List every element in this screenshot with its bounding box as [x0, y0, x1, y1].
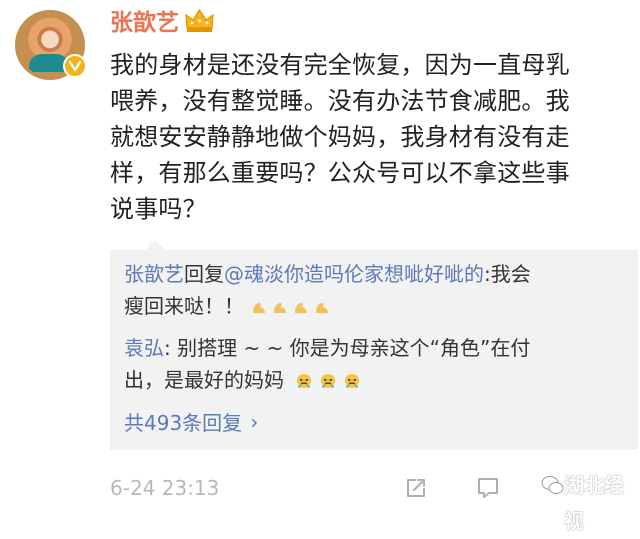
post-line: 我的身材是还没有完全恢复，因为一直母乳 — [110, 51, 570, 79]
username[interactable]: 张歆艺 — [110, 8, 179, 38]
crying-emoji-icon — [297, 373, 312, 388]
crown-icon — [185, 8, 214, 32]
more-replies-label: 共493条回复 — [124, 411, 243, 435]
reply-text: 出，是最好的妈妈 — [124, 368, 284, 392]
post-line: 说事吗？ — [110, 195, 207, 223]
watermark-text: 湖北经视 — [564, 473, 624, 533]
flexed-biceps-icon — [274, 302, 287, 313]
more-replies-link[interactable]: 共493条回复 › — [124, 408, 258, 438]
post-line: 就想安安静静地做个妈妈，我身材有没有走 — [110, 123, 570, 151]
crying-emoji-icon — [345, 373, 360, 388]
reply-text: :我会 — [484, 262, 531, 286]
verified-badge-icon — [63, 54, 87, 78]
reply-box-arrow — [145, 240, 165, 250]
flexed-biceps-icon — [253, 302, 266, 313]
wechat-logo-icon — [541, 476, 564, 494]
reply-box: 张歆艺回复@魂淡你造吗伦家想呲好呲的:我会 瘦回来哒！！ 袁弘: 别搭理 ~ ~… — [110, 240, 638, 450]
reply-mention-link[interactable]: @魂淡你造吗伦家想呲好呲的 — [224, 262, 484, 286]
reply-text: : 别搭理 ~ ~ 你是为母亲这个“角色”在付 — [164, 336, 531, 360]
flexed-biceps-icon — [295, 302, 308, 313]
chevron-right-icon: › — [250, 410, 259, 434]
reply-author[interactable]: 袁弘 — [124, 336, 164, 360]
share-icon[interactable] — [402, 474, 430, 502]
post-line: 喂养，没有整觉睡。没有办法节食减肥。我 — [110, 87, 570, 115]
reply-text: 瘦回来哒！！ — [124, 294, 244, 318]
post-line: 样，有那么重要吗？公众号可以不拿这些事 — [110, 159, 570, 187]
reply-item: 袁弘: 别搭理 ~ ~ 你是为母亲这个“角色”在付 出，是最好的妈妈 — [124, 332, 624, 396]
watermark: 湖北经视 — [540, 467, 638, 533]
reply-item: 张歆艺回复@魂淡你造吗伦家想呲好呲的:我会 瘦回来哒！！ — [124, 258, 624, 322]
crying-emoji-icon — [321, 373, 336, 388]
timestamp: 6-24 23:13 — [110, 476, 220, 500]
post-text: 我的身材是还没有完全恢复，因为一直母乳 喂养，没有整觉睡。没有办法节食减肥。我 … — [110, 47, 630, 227]
comment-icon[interactable] — [474, 474, 502, 502]
flexed-biceps-icon — [316, 302, 329, 313]
reply-label: 回复 — [184, 262, 224, 286]
reply-author[interactable]: 张歆艺 — [124, 262, 184, 286]
